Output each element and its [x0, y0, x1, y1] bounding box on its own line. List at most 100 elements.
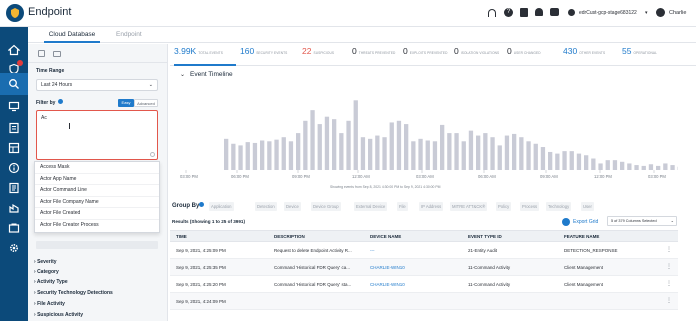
stat-other-events[interactable]: 430 Other Events	[563, 46, 605, 64]
timeline-bar[interactable]	[231, 143, 236, 170]
export-grid-icon[interactable]	[562, 218, 570, 226]
timeline-bar[interactable]	[584, 155, 589, 170]
timeline-bar[interactable]	[396, 120, 402, 170]
user-avatar-icon[interactable]	[656, 8, 665, 17]
bell-icon[interactable]	[535, 8, 543, 16]
section-security-technology-detections[interactable]: › Security Technology Detections	[34, 288, 113, 298]
timeline-bar[interactable]	[382, 137, 387, 170]
timeline-bar[interactable]	[670, 165, 675, 170]
stat-threats-prevented[interactable]: 0 Threats Prevented	[352, 46, 395, 64]
timeline-bar[interactable]	[497, 145, 502, 170]
filter-textarea[interactable]: Ac	[36, 110, 158, 160]
timeline-bar[interactable]	[360, 137, 366, 170]
timeline-bar[interactable]	[224, 138, 229, 170]
timeline-bar[interactable]	[418, 138, 423, 170]
mode-easy-button[interactable]: Easy	[118, 99, 134, 107]
section-severity[interactable]: › Severity	[34, 257, 57, 267]
table-row[interactable]: Sep 9, 2021, 4:25:20 PM Command 'Historic…	[170, 276, 678, 293]
device-nav-icon[interactable]	[0, 95, 28, 117]
stat-user-changed[interactable]: 0 User Changed	[507, 46, 541, 64]
group-by-option[interactable]: External Device	[354, 202, 388, 211]
tenant-chevron-icon[interactable]: ▾	[645, 10, 648, 16]
stat-security-events[interactable]: 160 Security Events	[240, 46, 287, 64]
timeline-bar[interactable]	[533, 143, 538, 170]
timeline-bar[interactable]	[425, 140, 430, 170]
timeline-bar[interactable]	[432, 141, 438, 170]
timeline-bar[interactable]	[656, 165, 661, 170]
stat-exploits-prevented[interactable]: 0 Exploits Prevented	[403, 46, 448, 64]
search-nav-icon[interactable]	[0, 73, 28, 95]
timeline-bar[interactable]	[598, 163, 603, 170]
dropdown-option[interactable]: Actor Command Line	[35, 185, 159, 197]
timeline-bar[interactable]	[260, 140, 265, 170]
row-menu-icon[interactable]: ⋮	[666, 276, 672, 293]
timeline-bar[interactable]	[490, 137, 495, 170]
group-by-info-icon[interactable]	[199, 202, 204, 207]
timeline-bar[interactable]	[447, 133, 452, 170]
save-query-icon[interactable]	[38, 50, 45, 57]
timeline-bar[interactable]	[620, 161, 625, 170]
timeline-bar[interactable]	[324, 116, 330, 170]
group-by-option[interactable]: Detection	[255, 202, 277, 211]
resize-handle-icon[interactable]	[150, 152, 155, 157]
stat-total-events[interactable]: 3.99K Total Events	[174, 46, 223, 64]
timeline-bar[interactable]	[339, 133, 344, 170]
policy-nav-icon[interactable]	[0, 137, 28, 159]
tenant-name[interactable]: edrCust-gcp-stage683122	[579, 10, 637, 16]
dropdown-option[interactable]: Access Mask	[35, 162, 159, 174]
cell-device[interactable]: CHARLIE-WIN10	[370, 259, 405, 276]
stat-isolation-violations[interactable]: 0 Isolation Violations	[454, 46, 499, 64]
timeline-bar[interactable]	[346, 120, 351, 170]
group-by-option[interactable]: User	[581, 202, 594, 211]
mode-advanced-button[interactable]: Advanced	[134, 99, 158, 107]
security-nav-icon[interactable]	[0, 217, 28, 239]
group-by-option[interactable]: Device	[284, 202, 301, 211]
group-by-option[interactable]: MITRE ATT&CK®	[450, 202, 488, 211]
sidebar-search-bar[interactable]	[36, 241, 158, 249]
timeline-bar[interactable]	[238, 145, 243, 170]
timeline-bar[interactable]	[612, 160, 618, 170]
timeline-bar[interactable]	[555, 153, 560, 170]
timeline-bar[interactable]	[526, 141, 531, 170]
timeline-bar[interactable]	[483, 133, 488, 170]
timeline-bar[interactable]	[368, 138, 373, 170]
columns-selected-dropdown[interactable]: 5 of 379 Columns Selected ⌄	[607, 216, 677, 226]
timeline-bar[interactable]	[375, 135, 380, 170]
timeline-bar[interactable]	[310, 110, 315, 170]
group-by-option[interactable]: File	[397, 202, 408, 211]
timeline-bar[interactable]	[476, 135, 481, 170]
dropdown-option[interactable]: Actor File Creator Process	[35, 220, 159, 232]
group-by-option[interactable]: IP Address	[419, 202, 444, 211]
timeline-bar[interactable]	[461, 141, 466, 170]
filter-info-icon[interactable]	[58, 99, 63, 104]
export-grid-button[interactable]: Export Grid	[573, 219, 598, 225]
timeline-bar[interactable]	[504, 135, 510, 170]
timeline-bar[interactable]	[332, 119, 337, 170]
row-menu-icon[interactable]: ⋮	[666, 259, 672, 276]
timeline-bar[interactable]	[627, 163, 632, 170]
timeline-bar[interactable]	[576, 153, 582, 170]
dropdown-option[interactable]: Actor App Name	[35, 174, 159, 185]
section-category[interactable]: › Category	[34, 267, 59, 277]
info-nav-icon[interactable]	[0, 157, 28, 179]
table-row[interactable]: Sep 9, 2021, 4:25:09 PM Request to delete…	[170, 242, 678, 259]
grid-icon[interactable]	[520, 8, 528, 17]
timeline-bar[interactable]	[252, 142, 258, 170]
cell-device[interactable]: ---	[370, 242, 375, 259]
timeline-bar[interactable]	[303, 120, 308, 170]
reports-nav-icon[interactable]	[0, 177, 28, 199]
section-suspicious-activity[interactable]: › Suspicious Activity	[34, 310, 83, 320]
timeline-bar[interactable]	[540, 147, 546, 170]
timeline-bar[interactable]	[663, 163, 668, 170]
timeline-bar[interactable]	[634, 165, 639, 170]
row-menu-icon[interactable]: ⋮	[666, 242, 672, 259]
headset-icon[interactable]	[488, 9, 496, 17]
dropdown-option[interactable]: Actor File Created	[35, 208, 159, 220]
timeline-bar[interactable]	[296, 133, 301, 170]
timeline-bar[interactable]	[353, 100, 358, 170]
timeline-bar[interactable]	[267, 141, 272, 170]
group-by-option[interactable]: Technology	[546, 202, 572, 211]
timeline-bar[interactable]	[648, 164, 654, 170]
time-range-select[interactable]: Last 24 Hours ⌄	[36, 79, 158, 91]
tab-cloud-database[interactable]: Cloud Database	[44, 27, 100, 43]
